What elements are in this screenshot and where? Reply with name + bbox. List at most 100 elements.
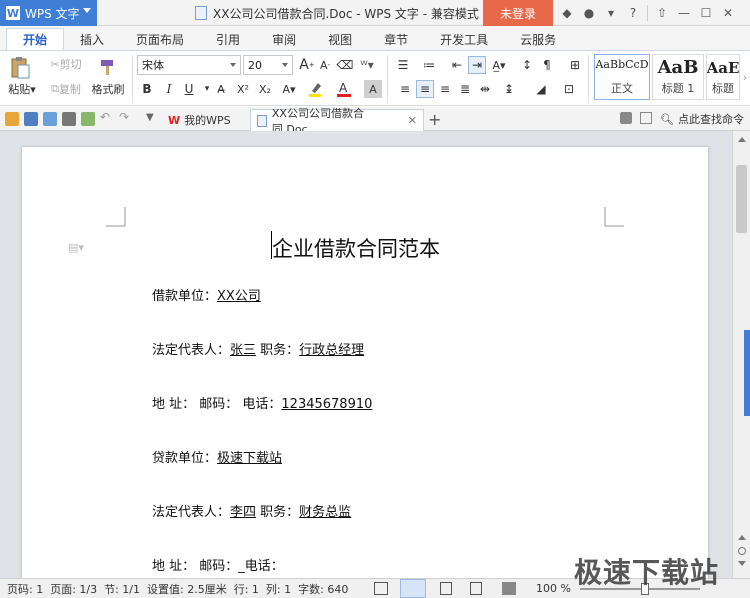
justify-icon[interactable]: ≣ bbox=[456, 80, 474, 98]
borders-icon[interactable]: ⊡ bbox=[560, 80, 578, 98]
increase-indent-icon[interactable]: ⇥ bbox=[468, 56, 486, 74]
share-icon[interactable] bbox=[640, 112, 652, 124]
new-tab-icon[interactable]: + bbox=[428, 110, 441, 129]
restore-ribbon-icon[interactable]: ⇧ bbox=[651, 0, 673, 26]
status-row: 行: 1 bbox=[233, 582, 259, 596]
change-case-icon[interactable]: A▾ bbox=[280, 80, 298, 98]
wps-app-menu-button[interactable]: W WPS 文字 bbox=[0, 0, 97, 26]
paste-icon[interactable] bbox=[6, 55, 34, 81]
format-painter-icon[interactable] bbox=[94, 55, 122, 79]
cut-button[interactable]: ✂ 剪切 bbox=[44, 56, 88, 72]
style-heading-1[interactable]: AaB 标题 1 bbox=[652, 54, 704, 100]
login-button[interactable]: 未登录 bbox=[483, 0, 553, 26]
styles-scroll-icon[interactable]: › bbox=[740, 67, 750, 87]
maximize-icon[interactable]: ☐ bbox=[695, 0, 717, 26]
decrease-indent-icon[interactable]: ⇤ bbox=[448, 56, 466, 74]
tab-insert[interactable]: 插入 bbox=[64, 28, 120, 50]
options-icon[interactable]: ▾ bbox=[600, 0, 622, 26]
underline-icon[interactable]: U bbox=[180, 80, 198, 98]
reading-mode-icon[interactable] bbox=[502, 582, 516, 595]
feedback-icon[interactable]: ● bbox=[578, 0, 600, 26]
redo-icon[interactable]: ↷ bbox=[119, 110, 133, 124]
tab-developer[interactable]: 开发工具 bbox=[424, 28, 504, 50]
customize-dropdown-icon[interactable]: ▼ bbox=[146, 112, 160, 126]
side-panel-handle[interactable] bbox=[744, 330, 750, 416]
italic-icon[interactable]: I bbox=[160, 80, 178, 98]
char-shading-icon[interactable]: A bbox=[364, 80, 382, 98]
bold-icon[interactable]: B bbox=[138, 80, 156, 98]
tab-cloud[interactable]: 云服务 bbox=[504, 28, 572, 50]
document-page[interactable]: ▤▾ 企业借款合同范本 借款单位：XX公司 法定代表人：张三 职务：行政总经理 … bbox=[22, 147, 708, 578]
paste-button[interactable]: 粘贴 ▾ bbox=[4, 81, 40, 97]
tab-page-layout[interactable]: 页面布局 bbox=[120, 28, 200, 50]
minimize-icon[interactable]: — bbox=[673, 0, 695, 26]
align-right-icon[interactable]: ≡ bbox=[436, 80, 454, 98]
title-bar: W WPS 文字 XX公司公司借款合同.Doc - WPS 文字 - 兼容模式 … bbox=[0, 0, 750, 26]
wps-logo-icon: W bbox=[168, 113, 181, 127]
align-center-icon[interactable]: ≡ bbox=[416, 80, 434, 98]
tab-review[interactable]: 审阅 bbox=[256, 28, 312, 50]
superscript-icon[interactable]: X² bbox=[234, 80, 252, 98]
tab-current-document[interactable]: XX公司公司借款合同.Doc ✕ bbox=[250, 107, 424, 136]
print-icon[interactable] bbox=[62, 112, 76, 126]
align-left-icon[interactable]: ≡ bbox=[396, 80, 414, 98]
search-icon: 🔍︎ bbox=[660, 112, 674, 126]
outline-view-icon[interactable] bbox=[440, 582, 452, 595]
font-name-select[interactable]: 宋体 bbox=[137, 55, 241, 75]
open-icon[interactable] bbox=[5, 112, 19, 126]
shrink-font-icon[interactable]: A- bbox=[316, 56, 334, 74]
status-setting: 设置值: 2.5厘米 bbox=[147, 582, 227, 596]
web-view-icon[interactable] bbox=[470, 582, 482, 595]
subscript-icon[interactable]: X₂ bbox=[256, 80, 274, 98]
window-title-text: XX公司公司借款合同.Doc - WPS 文字 - 兼容模式 bbox=[213, 6, 479, 21]
tab-chapter[interactable]: 章节 bbox=[368, 28, 424, 50]
doc-line-borrower-address: 地 址： 邮码： 电话：12345678910 bbox=[152, 397, 373, 412]
style-caption: 正文 bbox=[611, 82, 633, 95]
tab-home[interactable]: 开始 bbox=[6, 28, 65, 50]
tab-view[interactable]: 视图 bbox=[312, 28, 368, 50]
skin-icon[interactable]: ◆ bbox=[556, 0, 578, 26]
scrollbar-thumb[interactable] bbox=[736, 165, 747, 233]
style-heading[interactable]: AaE 标题 bbox=[706, 54, 740, 100]
tab-references[interactable]: 引用 bbox=[200, 28, 256, 50]
comment-icon[interactable] bbox=[620, 112, 632, 124]
copy-button[interactable]: ⧉ 复制 bbox=[44, 81, 88, 97]
font-size-select[interactable]: 20 bbox=[243, 55, 293, 75]
save-icon[interactable] bbox=[24, 112, 38, 126]
tab-my-wps[interactable]: W 我的WPS bbox=[162, 109, 237, 131]
style-normal[interactable]: AaBbCcD 正文 bbox=[594, 54, 650, 100]
find-command[interactable]: 🔍︎ 点此查找命令 bbox=[660, 111, 744, 127]
grow-font-icon[interactable]: A + bbox=[298, 56, 316, 74]
zoom-level[interactable]: 100 % bbox=[536, 582, 571, 595]
find-command-label: 点此查找命令 bbox=[678, 113, 744, 126]
undo-icon[interactable]: ↶ bbox=[100, 110, 114, 124]
numbered-list-icon[interactable]: ≔ bbox=[420, 56, 438, 74]
help-icon[interactable]: ? bbox=[622, 0, 644, 26]
format-painter-button[interactable]: 格式刷 bbox=[88, 81, 128, 97]
prev-page-icon[interactable] bbox=[738, 535, 746, 540]
highlight-icon[interactable] bbox=[308, 80, 326, 98]
full-screen-icon[interactable] bbox=[374, 582, 388, 595]
show-marks-icon[interactable]: ¶ bbox=[538, 56, 556, 74]
line-spacing-icon[interactable]: ↨ bbox=[500, 80, 518, 98]
clear-format-icon[interactable]: ⌫ bbox=[336, 56, 354, 74]
strikethrough-icon[interactable]: A̶ bbox=[212, 80, 230, 98]
export-pdf-icon[interactable] bbox=[43, 112, 57, 126]
shading-icon[interactable]: ◢ bbox=[532, 80, 550, 98]
scroll-up-icon[interactable] bbox=[738, 137, 746, 142]
close-icon[interactable]: ✕ bbox=[717, 0, 739, 26]
browse-object-icon[interactable] bbox=[738, 547, 746, 555]
table-icon[interactable]: ⊞ bbox=[566, 56, 584, 74]
next-page-icon[interactable] bbox=[738, 561, 746, 566]
phonetic-icon[interactable]: ᵂ▾ bbox=[358, 56, 376, 74]
paragraph-marker-icon[interactable]: ▤▾ bbox=[68, 241, 84, 254]
chinese-layout-icon[interactable]: A̲▾ bbox=[490, 56, 508, 74]
print-preview-icon[interactable] bbox=[81, 112, 95, 126]
bullet-list-icon[interactable]: ☰ bbox=[394, 56, 412, 74]
page-view-icon[interactable] bbox=[400, 579, 426, 598]
sort-icon[interactable]: ↕ bbox=[518, 56, 536, 74]
status-word-count: 字数: 640 bbox=[298, 582, 349, 596]
font-color-icon[interactable]: A bbox=[336, 80, 354, 98]
distribute-icon[interactable]: ⇹ bbox=[476, 80, 494, 98]
close-tab-icon[interactable]: ✕ bbox=[408, 114, 417, 127]
